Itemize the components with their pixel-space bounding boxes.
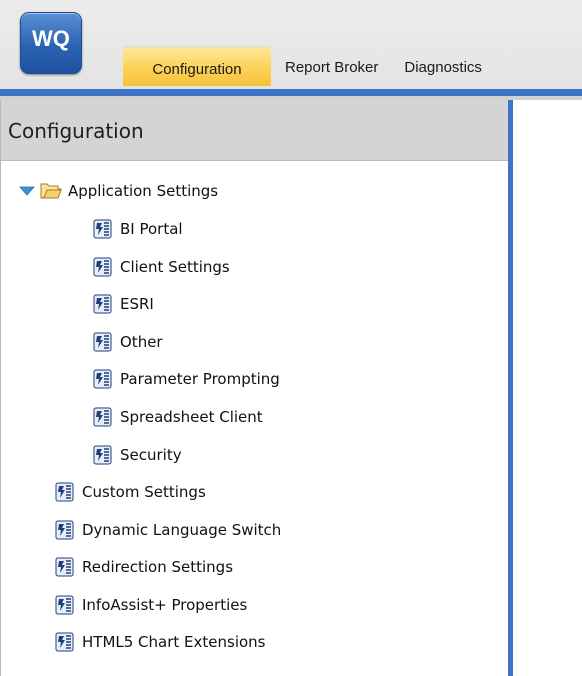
tree-node-label: Redirection Settings bbox=[82, 558, 234, 576]
tree-node-label: Spreadsheet Client bbox=[120, 408, 263, 426]
logo-text: WQ bbox=[32, 26, 70, 51]
tab-bar: Configuration Report Broker Diagnostics bbox=[123, 46, 490, 86]
settings-document-icon bbox=[55, 520, 74, 540]
header-accent-bar bbox=[0, 89, 582, 96]
tree-node-bi-portal[interactable]: BI Portal bbox=[93, 211, 183, 247]
chevron-down-icon[interactable] bbox=[19, 186, 35, 196]
tab-report-broker[interactable]: Report Broker bbox=[277, 46, 386, 86]
settings-document-icon bbox=[93, 332, 112, 352]
settings-document-icon bbox=[93, 257, 112, 277]
tree-node-parameter-prompting[interactable]: Parameter Prompting bbox=[93, 361, 280, 397]
tree-node-label: ESRI bbox=[120, 295, 154, 313]
panel-splitter[interactable] bbox=[508, 100, 513, 676]
settings-document-icon bbox=[55, 482, 74, 502]
app-header: WQ Configuration Report Broker Diagnosti… bbox=[0, 0, 582, 96]
tree-node-html5-chart-extensions[interactable]: HTML5 Chart Extensions bbox=[55, 624, 266, 660]
tree-node-label: Parameter Prompting bbox=[120, 370, 280, 388]
settings-document-icon bbox=[93, 407, 112, 427]
tree-node-label: BI Portal bbox=[120, 220, 183, 238]
settings-document-icon bbox=[93, 219, 112, 239]
tree-node-client-settings[interactable]: Client Settings bbox=[93, 249, 230, 285]
tree-node-label: Client Settings bbox=[120, 258, 230, 276]
tree-node-label: Custom Settings bbox=[82, 483, 206, 501]
tree-node-esri[interactable]: ESRI bbox=[93, 286, 154, 322]
settings-document-icon bbox=[55, 595, 74, 615]
tree-node-label: InfoAssist+ Properties bbox=[82, 596, 248, 614]
tree-node-label: HTML5 Chart Extensions bbox=[82, 633, 266, 651]
tab-diagnostics[interactable]: Diagnostics bbox=[396, 46, 490, 86]
configuration-panel: Configuration Application Settings BI Po… bbox=[0, 100, 508, 676]
settings-document-icon bbox=[55, 632, 74, 652]
wq-logo-icon[interactable]: WQ bbox=[20, 12, 82, 74]
tree-node-security[interactable]: Security bbox=[93, 437, 182, 473]
settings-document-icon bbox=[93, 445, 112, 465]
tab-configuration[interactable]: Configuration bbox=[123, 46, 271, 86]
tree-node-label: Dynamic Language Switch bbox=[82, 521, 282, 539]
tree-node-redirection-settings[interactable]: Redirection Settings bbox=[55, 549, 233, 585]
settings-document-icon bbox=[55, 557, 74, 577]
tree-node-custom-settings[interactable]: Custom Settings bbox=[55, 474, 206, 510]
tree-node-label: Security bbox=[120, 446, 182, 464]
tree-node-label: Other bbox=[120, 333, 163, 351]
panel-title: Configuration bbox=[1, 100, 508, 161]
tree-node-other[interactable]: Other bbox=[93, 324, 163, 360]
settings-document-icon bbox=[93, 369, 112, 389]
folder-open-icon bbox=[40, 183, 62, 199]
tree-node-infoassist-properties[interactable]: InfoAssist+ Properties bbox=[55, 587, 247, 623]
tree-node-spreadsheet-client[interactable]: Spreadsheet Client bbox=[93, 399, 263, 435]
tree-node-application-settings[interactable]: Application Settings bbox=[19, 173, 218, 209]
settings-document-icon bbox=[93, 294, 112, 314]
tree-node-label: Application Settings bbox=[68, 182, 219, 200]
tree-node-dynamic-language-switch[interactable]: Dynamic Language Switch bbox=[55, 512, 281, 548]
